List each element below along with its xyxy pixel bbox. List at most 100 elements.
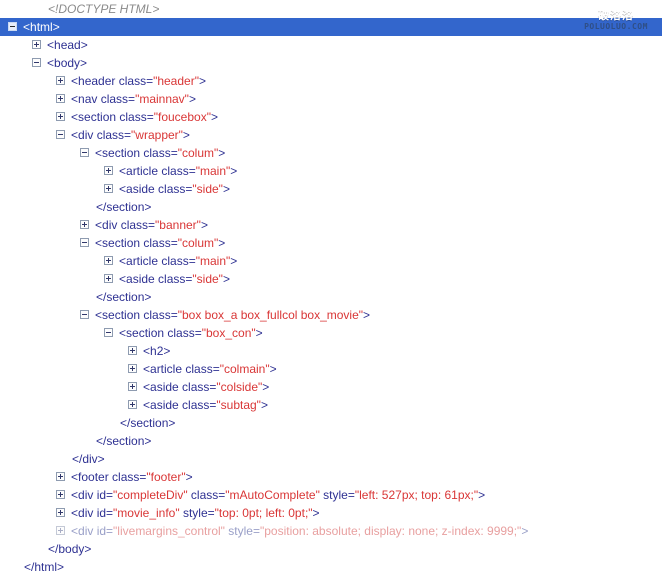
tag-name: aside bbox=[126, 182, 155, 196]
tag-open-bracket: < bbox=[119, 254, 127, 268]
tag-open-bracket: < bbox=[71, 488, 79, 502]
tag-close-bracket: > bbox=[218, 146, 226, 160]
dom-node-section-box-con-close[interactable]: </section> bbox=[0, 414, 662, 432]
dom-node-h2[interactable]: <h2> bbox=[0, 342, 662, 360]
attribute-value: "mAutoComplete" bbox=[225, 488, 320, 502]
dom-node-aside-side-2[interactable]: <aside class="side"> bbox=[0, 270, 662, 288]
minus-box-icon[interactable] bbox=[8, 22, 17, 32]
tag-name: article bbox=[150, 362, 183, 376]
attribute-name: class= bbox=[164, 326, 202, 340]
tag-name: div bbox=[78, 488, 94, 502]
attribute-value: "top: 0pt; left: 0pt;" bbox=[214, 506, 313, 520]
dom-node-section-foucebox[interactable]: <section class="foucebox"> bbox=[0, 108, 662, 126]
doctype-declaration: <!DOCTYPE HTML> bbox=[48, 2, 160, 16]
tag-open-bracket: < bbox=[71, 128, 79, 142]
closing-tag: </section> bbox=[120, 416, 176, 430]
attribute-value: "side" bbox=[192, 272, 223, 286]
dom-node-aside-side-1[interactable]: <aside class="side"> bbox=[0, 180, 662, 198]
tag-close-bracket: > bbox=[218, 236, 226, 250]
dom-node-section-box-con[interactable]: <section class="box_con"> bbox=[0, 324, 662, 342]
minus-box-icon[interactable] bbox=[80, 148, 89, 158]
plus-box-icon[interactable] bbox=[128, 346, 137, 356]
attribute-name: style= bbox=[224, 524, 260, 538]
plus-box-icon[interactable] bbox=[104, 274, 113, 284]
tag-name: section bbox=[102, 308, 141, 322]
plus-box-icon[interactable] bbox=[56, 94, 65, 104]
attribute-value: "footer" bbox=[146, 470, 186, 484]
tag-open-bracket: < bbox=[71, 74, 79, 88]
tag-close-bracket: > bbox=[163, 344, 171, 358]
tag-close-bracket: > bbox=[200, 218, 208, 232]
minus-box-icon[interactable] bbox=[104, 328, 113, 338]
plus-box-icon[interactable] bbox=[32, 40, 41, 50]
plus-box-icon[interactable] bbox=[128, 382, 137, 392]
attribute-value: "banner" bbox=[155, 218, 201, 232]
dom-tree-inspector: <!DOCTYPE HTML> <html> <head> <body> <header… bbox=[0, 0, 662, 574]
plus-box-icon[interactable] bbox=[56, 112, 65, 122]
dom-node-header[interactable]: <header class="header"> bbox=[0, 72, 662, 90]
tag-close-bracket: > bbox=[269, 362, 277, 376]
attribute-value: "side" bbox=[192, 182, 223, 196]
attribute-name: style= bbox=[319, 488, 355, 502]
dom-node-div-livemargins[interactable]: <div id="livemargins_control" style="pos… bbox=[0, 522, 662, 540]
attribute-name: style= bbox=[179, 506, 215, 520]
dom-node-section-box-movie-close[interactable]: </section> bbox=[0, 432, 662, 450]
plus-box-icon[interactable] bbox=[80, 220, 89, 230]
dom-node-section-colum-1[interactable]: <section class="colum"> bbox=[0, 144, 662, 162]
dom-node-footer[interactable]: <footer class="footer"> bbox=[0, 468, 662, 486]
plus-box-icon[interactable] bbox=[104, 256, 113, 266]
tag-name: div bbox=[102, 218, 118, 232]
dom-node-div-movie-info[interactable]: <div id="movie_info" style="top: 0pt; le… bbox=[0, 504, 662, 522]
dom-node-div-wrapper[interactable]: <div class="wrapper"> bbox=[0, 126, 662, 144]
dom-node-html-close[interactable]: </html> bbox=[0, 558, 662, 576]
dom-node-article-main-1[interactable]: <article class="main"> bbox=[0, 162, 662, 180]
tag-name: article bbox=[126, 254, 159, 268]
minus-box-icon[interactable] bbox=[80, 238, 89, 248]
dom-node-body-open[interactable]: <body> bbox=[0, 54, 662, 72]
dom-node-doctype[interactable]: <!DOCTYPE HTML> bbox=[0, 0, 662, 18]
attribute-name: id= bbox=[93, 506, 114, 520]
dom-node-nav[interactable]: <nav class="mainnav"> bbox=[0, 90, 662, 108]
dom-node-body-close[interactable]: </body> bbox=[0, 540, 662, 558]
plus-box-icon[interactable] bbox=[56, 472, 65, 482]
tag-close-bracket: > bbox=[222, 182, 230, 196]
plus-box-icon[interactable] bbox=[104, 166, 113, 176]
dom-node-div-banner[interactable]: <div class="banner"> bbox=[0, 216, 662, 234]
dom-node-section-colum-2-close[interactable]: </section> bbox=[0, 288, 662, 306]
attribute-name: id= bbox=[93, 524, 114, 538]
attribute-name: class= bbox=[158, 164, 196, 178]
tag-open-bracket: < bbox=[119, 164, 127, 178]
dom-node-div-completeDiv[interactable]: <div id="completeDiv" class="mAutoComple… bbox=[0, 486, 662, 504]
attribute-name: class= bbox=[117, 218, 156, 232]
dom-node-head-open[interactable]: <head> bbox=[0, 36, 662, 54]
minus-box-icon[interactable] bbox=[80, 310, 89, 320]
minus-box-icon[interactable] bbox=[32, 58, 41, 68]
plus-box-icon[interactable] bbox=[56, 490, 65, 500]
attribute-name: class= bbox=[158, 254, 196, 268]
attribute-value: "header" bbox=[153, 74, 199, 88]
tag-name: article bbox=[126, 164, 159, 178]
dom-node-article-main-2[interactable]: <article class="main"> bbox=[0, 252, 662, 270]
dom-node-section-colum-1-close[interactable]: </section> bbox=[0, 198, 662, 216]
dom-node-article-colmain[interactable]: <article class="colmain"> bbox=[0, 360, 662, 378]
dom-node-section-box-movie[interactable]: <section class="box box_a box_fullcol bo… bbox=[0, 306, 662, 324]
dom-node-div-wrapper-close[interactable]: </div> bbox=[0, 450, 662, 468]
plus-box-icon[interactable] bbox=[56, 508, 65, 518]
attribute-name: class= bbox=[140, 236, 178, 250]
dom-node-aside-colside[interactable]: <aside class="colside"> bbox=[0, 378, 662, 396]
tag-open-bracket: < bbox=[119, 326, 127, 340]
attribute-name: class= bbox=[97, 92, 136, 106]
dom-node-html-open[interactable]: <html> bbox=[0, 18, 662, 36]
attribute-name: class= bbox=[178, 398, 217, 412]
tag-open-bracket: < bbox=[95, 146, 103, 160]
plus-box-icon[interactable] bbox=[104, 184, 113, 194]
minus-box-icon[interactable] bbox=[56, 130, 65, 140]
attribute-name: class= bbox=[108, 470, 147, 484]
plus-box-icon[interactable] bbox=[56, 526, 65, 536]
tag-open-bracket: < bbox=[23, 20, 31, 34]
plus-box-icon[interactable] bbox=[56, 76, 65, 86]
dom-node-section-colum-2[interactable]: <section class="colum"> bbox=[0, 234, 662, 252]
plus-box-icon[interactable] bbox=[128, 364, 137, 374]
dom-node-aside-subtag[interactable]: <aside class="subtag"> bbox=[0, 396, 662, 414]
plus-box-icon[interactable] bbox=[128, 400, 137, 410]
